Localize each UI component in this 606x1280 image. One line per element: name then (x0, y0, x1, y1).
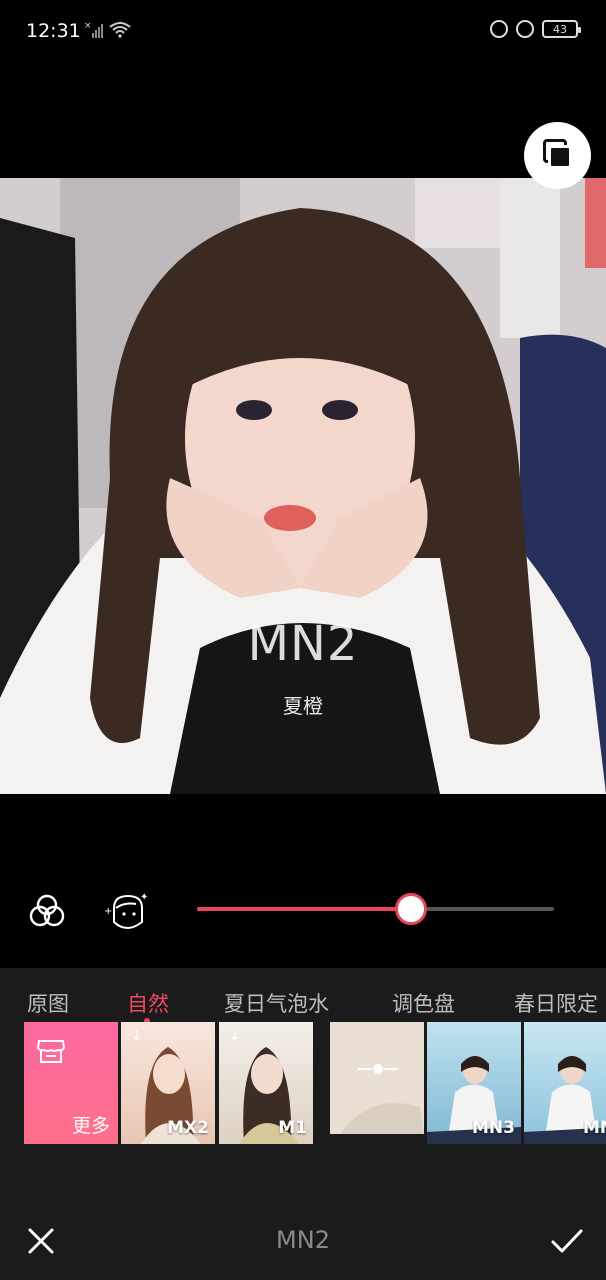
face-beauty-icon[interactable]: + ✦ (104, 892, 148, 930)
check-icon[interactable] (550, 1226, 584, 1256)
compare-icon-front (548, 145, 572, 169)
filter-thumb-selected[interactable] (330, 1022, 424, 1134)
more-filters-button[interactable]: 更多 (24, 1022, 118, 1144)
store-icon (36, 1040, 66, 1063)
filter-thumb-m1[interactable]: ↓ M1 (219, 1022, 313, 1144)
tab-palette[interactable]: 调色盘 (392, 988, 455, 1018)
filter-thumb-label: MX2 (167, 1118, 209, 1138)
tab-original[interactable]: 原图 (27, 988, 69, 1018)
more-filters-label: 更多 (71, 1115, 110, 1137)
filters-icon[interactable] (28, 892, 66, 930)
status-bar: 12:31 × 43 (0, 0, 606, 62)
filter-thumb-label: M1 (278, 1118, 307, 1138)
filter-thumb-mx2[interactable]: ↓ MX2 (121, 1022, 215, 1144)
tab-natural[interactable]: 自然 (127, 988, 169, 1018)
filter-thumb-image (330, 1022, 424, 1134)
intensity-slider-fill (197, 907, 412, 911)
filter-thumb-mn3[interactable]: MN3 (427, 1022, 521, 1144)
filter-thumb-label: MN3 (472, 1118, 515, 1138)
download-icon: ↓ (131, 1028, 143, 1044)
tab-spring-limited[interactable]: 春日限定 (514, 988, 598, 1018)
filter-thumb-label: MN6 (583, 1118, 606, 1138)
svg-text:×: × (84, 21, 92, 31)
status-right-group: 43 (490, 20, 581, 38)
filter-thumb-mn6[interactable]: MN6 (524, 1022, 606, 1144)
wifi-icon (109, 22, 131, 38)
status-time: 12:31 (26, 20, 81, 42)
photo-preview[interactable]: MN2 夏橙 (0, 178, 606, 794)
alarm-icon (516, 20, 534, 38)
intensity-slider[interactable] (197, 893, 554, 925)
svg-text:+: + (104, 906, 112, 917)
bottom-action-bar: MN2 (0, 1214, 606, 1280)
svg-text:✦: ✦ (140, 892, 148, 903)
adjust-intensity-icon (358, 1064, 398, 1074)
tab-summer-soda[interactable]: 夏日气泡水 (224, 988, 329, 1018)
cellular-signal-icon: × (84, 21, 103, 38)
current-filter-title: MN2 (276, 1226, 330, 1254)
filter-thumbnails: 更多 ↓ MX2 ↓ M1 MN3 M (0, 1022, 606, 1146)
compare-button[interactable] (524, 122, 591, 189)
lock-rotation-icon (490, 20, 508, 38)
battery-indicator: 43 (542, 20, 581, 38)
filter-panel: 原图 自然 夏日气泡水 调色盘 春日限定 更多 ↓ MX2 ↓ M1 MN3 M… (0, 968, 606, 1280)
adjust-controls: + ✦ (0, 880, 606, 940)
filter-overlay-name: MN2 (247, 616, 359, 672)
intensity-slider-thumb[interactable] (395, 893, 428, 925)
filter-overlay-subtitle: 夏橙 (283, 694, 323, 718)
download-icon: ↓ (229, 1028, 241, 1044)
